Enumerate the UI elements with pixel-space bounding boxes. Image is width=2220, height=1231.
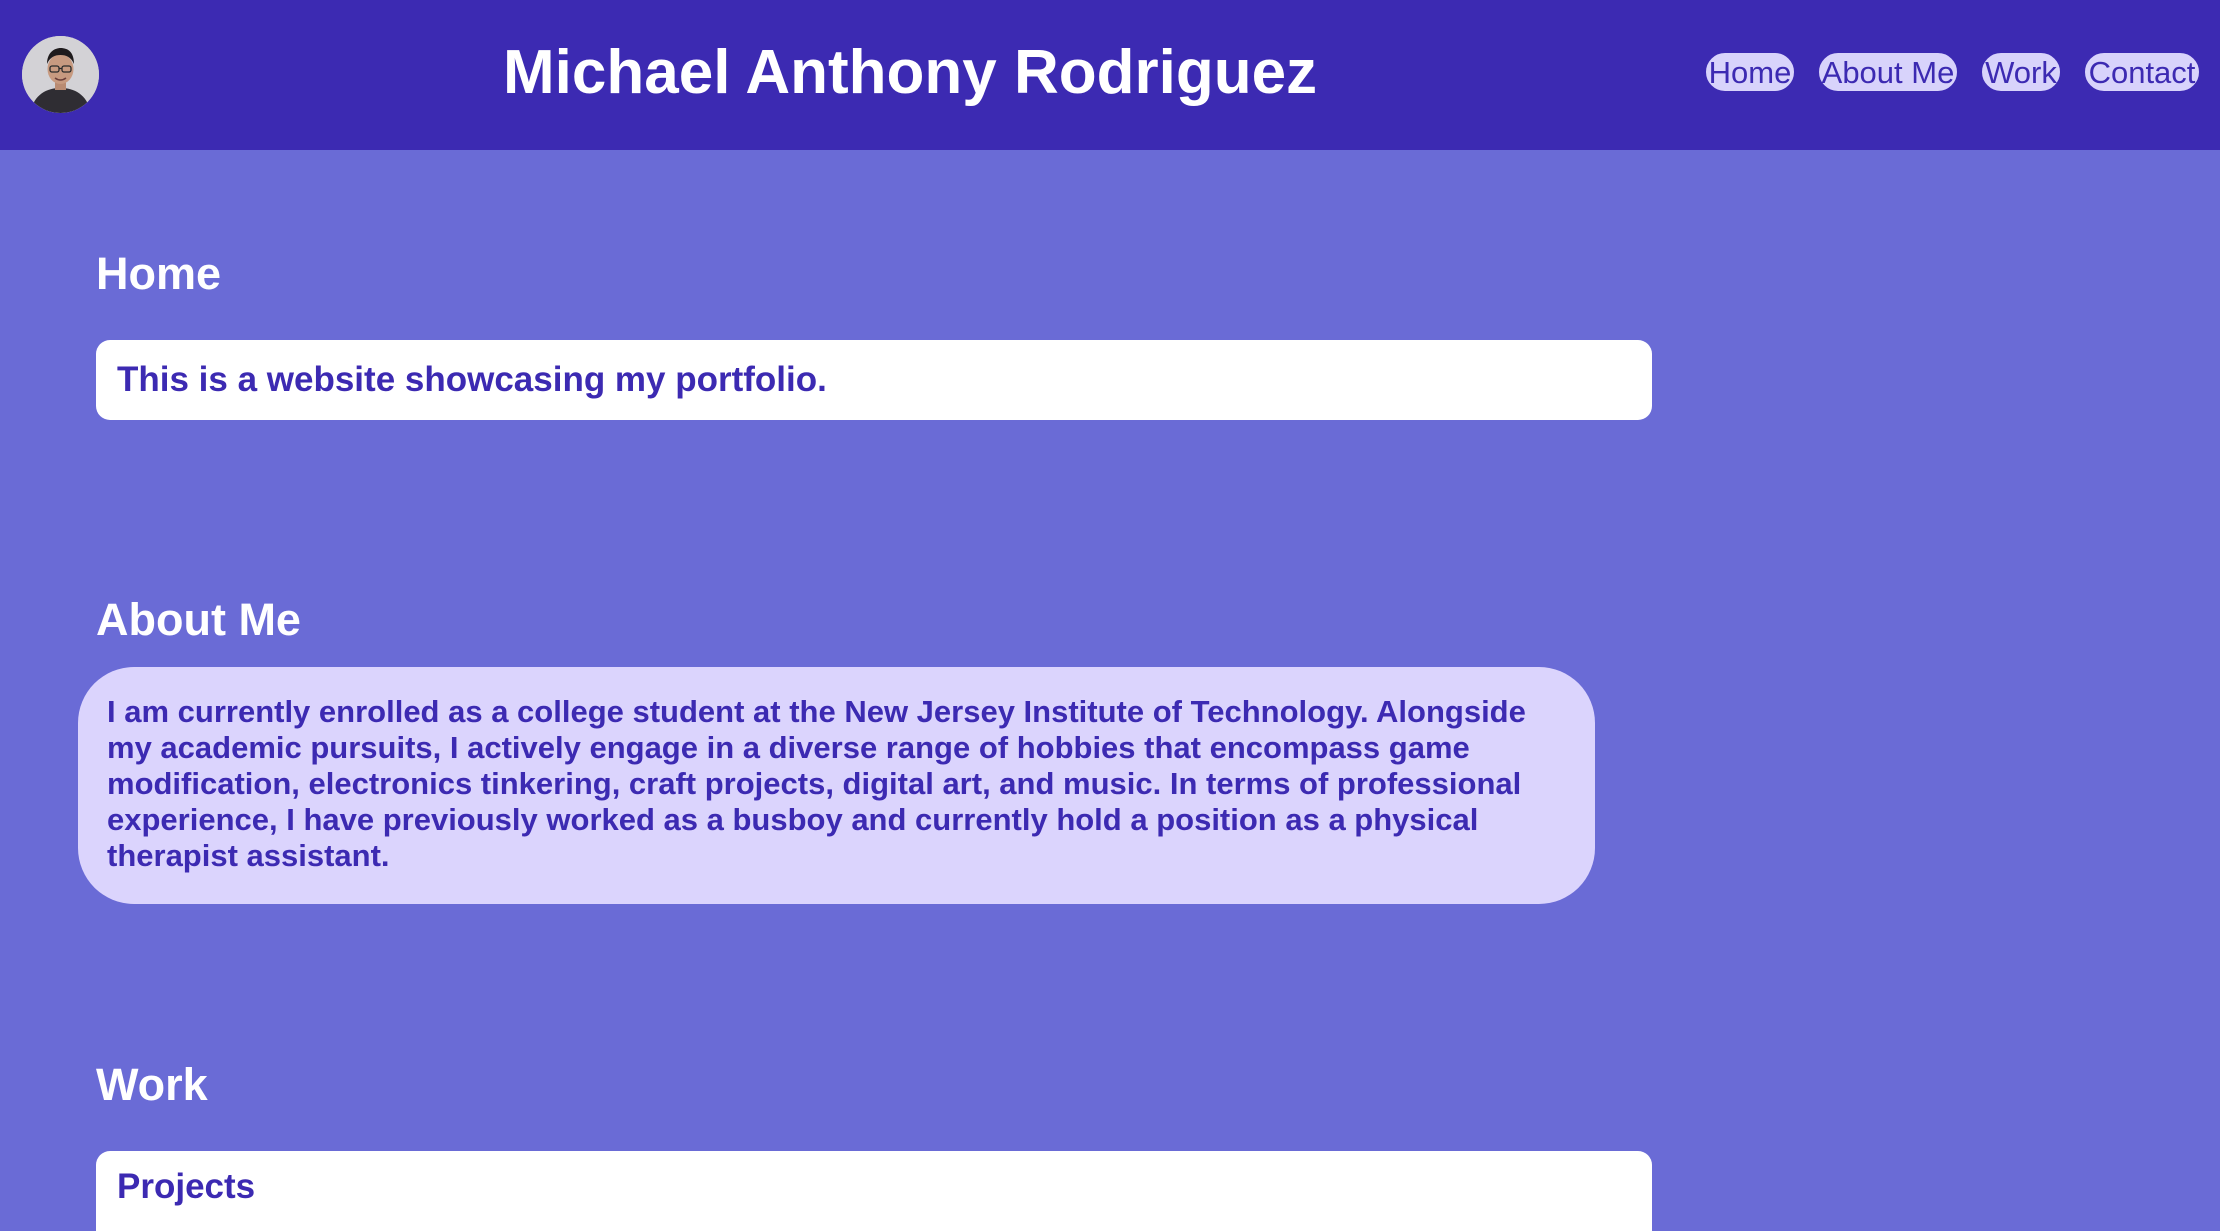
home-card: This is a website showcasing my portfoli… — [96, 340, 1652, 420]
site-title: Michael Anthony Rodriguez — [503, 38, 1318, 107]
nav-home-link[interactable]: Home — [1705, 52, 1795, 92]
work-card: Projects — [96, 1151, 1652, 1231]
about-card: I am currently enrolled as a college stu… — [78, 667, 1595, 904]
home-section-title: Home — [96, 248, 222, 299]
nav-about-link[interactable]: About Me — [1818, 52, 1958, 92]
site-header: Michael Anthony Rodriguez Home About Me … — [0, 0, 2220, 150]
nav-work-link[interactable]: Work — [1981, 52, 2061, 92]
nav-contact-link[interactable]: Contact — [2084, 52, 2200, 92]
profile-avatar — [22, 36, 99, 113]
profile-photo-icon — [22, 36, 99, 113]
work-section-title: Work — [96, 1059, 208, 1110]
projects-heading: Projects — [117, 1167, 256, 1206]
about-section-title: About Me — [96, 594, 301, 645]
